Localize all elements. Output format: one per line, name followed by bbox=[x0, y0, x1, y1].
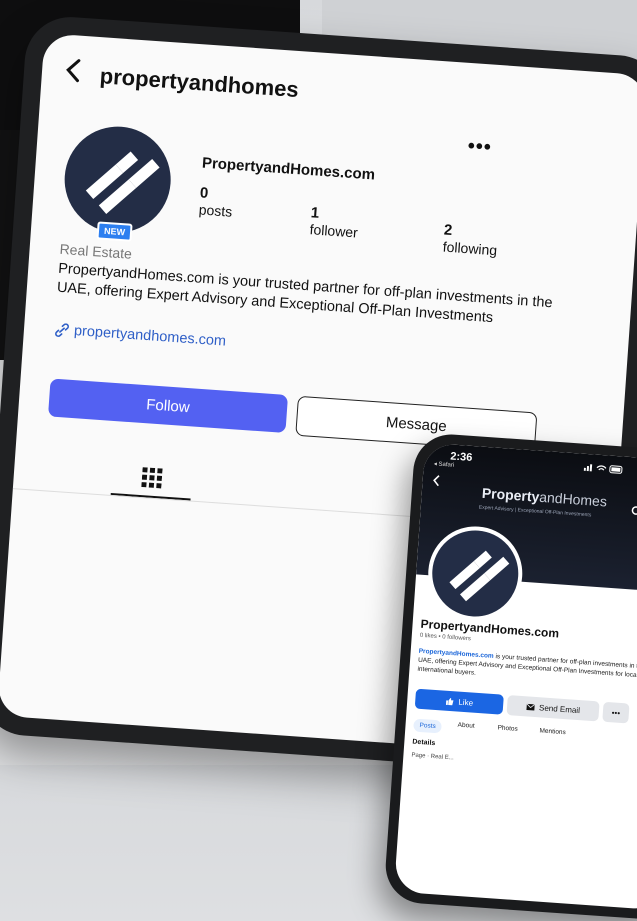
page-bio-text: is your trusted partner for off-plan inv… bbox=[417, 652, 637, 680]
like-label: Like bbox=[458, 697, 474, 708]
new-badge: NEW bbox=[96, 221, 133, 242]
profile-link-text: propertyandhomes.com bbox=[73, 323, 227, 350]
tab-about[interactable]: About bbox=[457, 722, 474, 730]
followers-stat[interactable]: 1 follower bbox=[309, 204, 359, 240]
followers-label: follower bbox=[309, 221, 359, 241]
details-heading: Details bbox=[412, 738, 436, 748]
profile-username: propertyandhomes bbox=[99, 63, 300, 103]
follow-button[interactable]: Follow bbox=[47, 378, 289, 433]
following-label: following bbox=[442, 238, 498, 259]
profile-category: Real Estate bbox=[59, 240, 133, 262]
profile-link[interactable]: propertyandhomes.com bbox=[53, 322, 227, 350]
tab-photos[interactable]: Photos bbox=[497, 724, 518, 732]
search-icon[interactable] bbox=[630, 505, 637, 521]
facebook-page-screen: 2:36 ◂ Safari PropertyandHomes Expert Ad… bbox=[393, 442, 637, 911]
page-category-info: Page · Real E... bbox=[411, 752, 454, 762]
brand-logo-icon bbox=[85, 151, 160, 214]
link-icon bbox=[55, 323, 69, 338]
thumbs-up-icon bbox=[446, 697, 454, 705]
following-stat[interactable]: 2 following bbox=[442, 222, 499, 259]
avatar[interactable] bbox=[61, 123, 175, 237]
page-stats: 0 likes • 0 followers bbox=[419, 632, 472, 643]
back-icon[interactable] bbox=[432, 473, 441, 490]
phone-device: 2:36 ◂ Safari PropertyandHomes Expert Ad… bbox=[383, 432, 637, 921]
send-email-button[interactable]: Send Email bbox=[506, 695, 600, 722]
more-button[interactable]: ••• bbox=[602, 701, 630, 724]
send-email-label: Send Email bbox=[538, 702, 581, 715]
brand-logo-icon bbox=[449, 550, 510, 602]
display-name: PropertyandHomes.com bbox=[201, 154, 376, 184]
chevron-left-icon[interactable] bbox=[63, 57, 83, 90]
profile-bio: PropertyandHomes.com is your trusted par… bbox=[56, 260, 554, 327]
tab-posts[interactable]: Posts bbox=[413, 718, 443, 734]
tab-mentions[interactable]: Mentions bbox=[539, 727, 566, 736]
page-bio: PropertyandHomes.com is your trusted par… bbox=[417, 647, 637, 690]
posts-label: posts bbox=[198, 201, 233, 220]
envelope-icon bbox=[526, 703, 536, 710]
posts-stat[interactable]: 0 posts bbox=[198, 184, 234, 219]
back-to-safari[interactable]: ◂ Safari bbox=[434, 460, 455, 468]
like-button[interactable]: Like bbox=[414, 688, 504, 715]
more-options-icon[interactable]: ••• bbox=[467, 135, 492, 160]
grid-icon[interactable] bbox=[141, 467, 163, 493]
